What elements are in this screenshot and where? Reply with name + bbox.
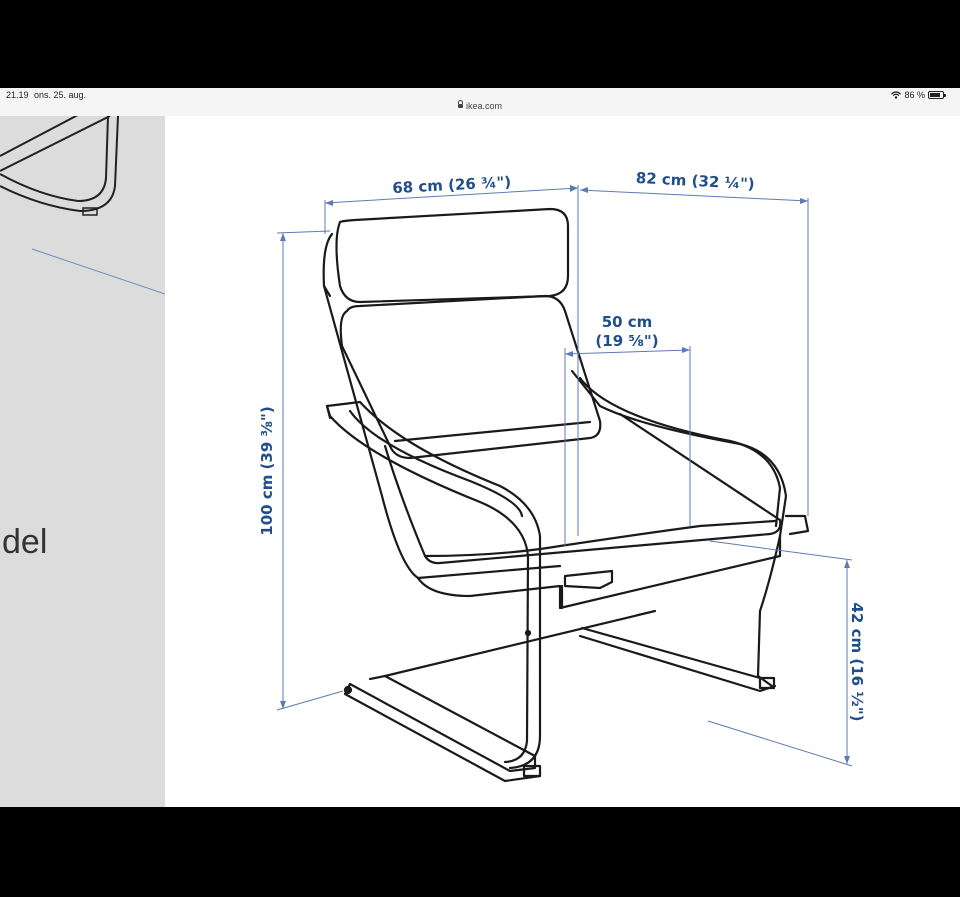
battery-fill xyxy=(930,93,941,97)
status-date: ons. 25. aug. xyxy=(34,90,87,100)
seat-depth-in: (19 ⅝") xyxy=(595,332,658,350)
chair-dimension-drawing: 68 cm (26 ¾") 82 cm (32 ¼") 50 cm (19 ⅝"… xyxy=(258,169,866,783)
battery-icon xyxy=(928,91,946,99)
seat-height-dimension: 42 cm (16 ½") xyxy=(848,603,866,722)
lock-icon xyxy=(457,100,463,108)
url-bar[interactable]: ikea.com xyxy=(0,100,960,111)
page-content: del 68 cm (26 ¾") 82 cm (32 ¼") 50 cm (1… xyxy=(0,116,960,807)
seat-depth-cm: 50 cm xyxy=(602,313,653,331)
status-time: 21.19 xyxy=(6,90,29,100)
chair-illustration xyxy=(322,207,810,783)
wifi-icon xyxy=(891,91,902,99)
battery-percent: 86 % xyxy=(904,90,925,100)
url-text: ikea.com xyxy=(465,101,502,111)
status-indicators: 86 % xyxy=(891,90,946,100)
depth-dimension: 82 cm (32 ¼") xyxy=(635,169,755,193)
status-bar: 21.19 ons. 25. aug. ikea.com 86 % xyxy=(0,88,960,116)
height-dimension: 100 cm (39 ⅜") xyxy=(258,406,276,535)
